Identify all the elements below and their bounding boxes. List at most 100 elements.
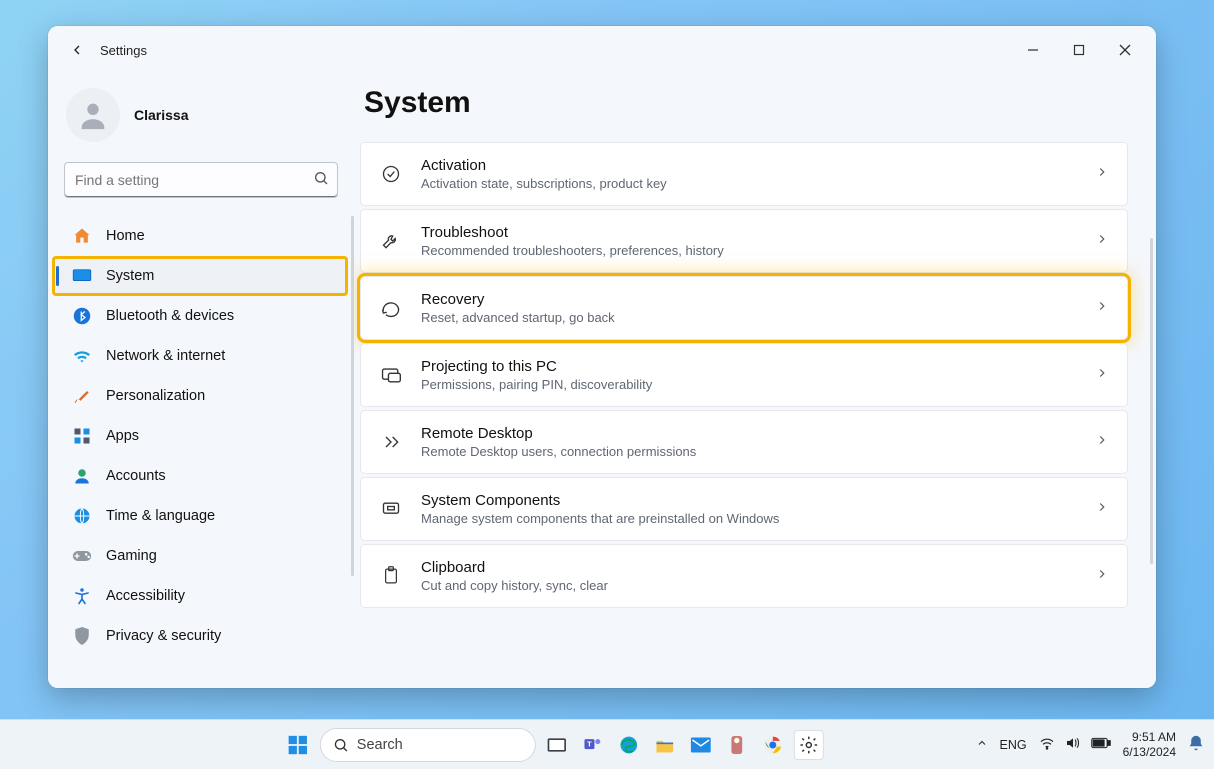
card-recovery[interactable]: Recovery Reset, advanced startup, go bac…: [360, 276, 1128, 340]
sidebar-item-label: Apps: [106, 428, 139, 444]
card-troubleshoot[interactable]: Troubleshoot Recommended troubleshooters…: [360, 209, 1128, 273]
settings-window: Settings Clarissa: [48, 26, 1156, 688]
card-title: Remote Desktop: [421, 425, 1077, 442]
sidebar-item-privacy[interactable]: Privacy & security: [54, 616, 346, 656]
card-desc: Recommended troubleshooters, preferences…: [421, 243, 1077, 258]
tray-wifi-icon[interactable]: [1039, 736, 1055, 753]
main-area: Clarissa Home: [48, 74, 1156, 688]
profile-block[interactable]: Clarissa: [48, 82, 354, 162]
taskbar-app-mail[interactable]: [686, 730, 716, 760]
projecting-icon: [379, 363, 403, 387]
account-icon: [72, 466, 92, 486]
avatar-icon: [66, 88, 120, 142]
system-icon: [72, 266, 92, 286]
back-button[interactable]: [60, 33, 94, 67]
components-icon: [379, 497, 403, 521]
recovery-icon: [379, 296, 403, 320]
apps-icon: [72, 426, 92, 446]
remote-icon: [379, 430, 403, 454]
sidebar-item-label: System: [106, 268, 154, 284]
chevron-right-icon: [1095, 299, 1109, 318]
card-desc: Reset, advanced startup, go back: [421, 310, 1077, 325]
chevron-right-icon: [1095, 500, 1109, 519]
taskbar-app-chrome[interactable]: [758, 730, 788, 760]
content-scrollbar[interactable]: [1150, 238, 1153, 564]
sidebar-item-label: Personalization: [106, 388, 205, 404]
card-desc: Manage system components that are preins…: [421, 511, 1077, 526]
tray-time: 9:51 AM: [1123, 730, 1176, 745]
chevron-right-icon: [1095, 232, 1109, 251]
sidebar-item-label: Home: [106, 228, 145, 244]
minimize-button[interactable]: [1010, 34, 1056, 66]
maximize-button[interactable]: [1056, 34, 1102, 66]
wifi-icon: [72, 346, 92, 366]
taskbar-app-settings[interactable]: [794, 730, 824, 760]
home-icon: [72, 226, 92, 246]
search-icon: [333, 737, 349, 753]
sidebar-item-network[interactable]: Network & internet: [54, 336, 346, 376]
sidebar-item-accounts[interactable]: Accounts: [54, 456, 346, 496]
sidebar-nav: Home System Bluetooth & devices: [48, 216, 354, 656]
sidebar-item-accessibility[interactable]: Accessibility: [54, 576, 346, 616]
card-activation[interactable]: Activation Activation state, subscriptio…: [360, 142, 1128, 206]
chevron-right-icon: [1095, 165, 1109, 184]
chevron-right-icon: [1095, 366, 1109, 385]
shield-icon: [72, 626, 92, 646]
card-title: Clipboard: [421, 559, 1077, 576]
titlebar: Settings: [48, 26, 1156, 74]
sidebar-item-label: Accounts: [106, 468, 166, 484]
sidebar-item-apps[interactable]: Apps: [54, 416, 346, 456]
tray-chevron-icon[interactable]: [976, 737, 988, 752]
chevron-right-icon: [1095, 433, 1109, 452]
card-system-components[interactable]: System Components Manage system componen…: [360, 477, 1128, 541]
sidebar-item-label: Time & language: [106, 508, 215, 524]
check-circle-icon: [379, 162, 403, 186]
sidebar-item-label: Network & internet: [106, 348, 225, 364]
sidebar-item-gaming[interactable]: Gaming: [54, 536, 346, 576]
card-remote-desktop[interactable]: Remote Desktop Remote Desktop users, con…: [360, 410, 1128, 474]
start-button[interactable]: [282, 729, 314, 761]
card-title: Projecting to this PC: [421, 358, 1077, 375]
clipboard-icon: [379, 564, 403, 588]
tray-language[interactable]: ENG: [1000, 738, 1027, 752]
taskbar-search-placeholder: Search: [357, 737, 403, 753]
close-button[interactable]: [1102, 34, 1148, 66]
window-title: Settings: [100, 43, 147, 58]
card-desc: Cut and copy history, sync, clear: [421, 578, 1077, 593]
sidebar-item-home[interactable]: Home: [54, 216, 346, 256]
sidebar-item-bluetooth[interactable]: Bluetooth & devices: [54, 296, 346, 336]
tray-date: 6/13/2024: [1123, 745, 1176, 760]
sidebar-item-label: Gaming: [106, 548, 157, 564]
tray-clock[interactable]: 9:51 AM 6/13/2024: [1123, 730, 1176, 760]
card-title: Troubleshoot: [421, 224, 1077, 241]
card-clipboard[interactable]: Clipboard Cut and copy history, sync, cl…: [360, 544, 1128, 608]
card-title: System Components: [421, 492, 1077, 509]
sidebar-item-time[interactable]: Time & language: [54, 496, 346, 536]
taskbar-app-edge[interactable]: [614, 730, 644, 760]
sidebar-item-label: Bluetooth & devices: [106, 308, 234, 324]
sidebar-item-label: Privacy & security: [106, 628, 221, 644]
taskbar-app-teams[interactable]: T: [578, 730, 608, 760]
tray-volume-icon[interactable]: [1065, 736, 1081, 753]
brush-icon: [72, 386, 92, 406]
content-pane: System Activation Activation state, subs…: [354, 74, 1156, 688]
sidebar-item-system[interactable]: System: [54, 256, 346, 296]
gaming-icon: [72, 546, 92, 566]
card-desc: Activation state, subscriptions, product…: [421, 176, 1077, 191]
tray-notifications-icon[interactable]: [1188, 734, 1204, 755]
search-box[interactable]: [64, 162, 338, 198]
taskbar-app-explorer[interactable]: [650, 730, 680, 760]
taskbar-app-other[interactable]: [722, 730, 752, 760]
card-projecting[interactable]: Projecting to this PC Permissions, pairi…: [360, 343, 1128, 407]
taskbar-app-taskview[interactable]: [542, 730, 572, 760]
chevron-right-icon: [1095, 567, 1109, 586]
globe-icon: [72, 506, 92, 526]
user-name: Clarissa: [134, 107, 188, 123]
sidebar: Clarissa Home: [48, 74, 354, 688]
search-input[interactable]: [75, 172, 313, 188]
card-title: Recovery: [421, 291, 1077, 308]
card-desc: Remote Desktop users, connection permiss…: [421, 444, 1077, 459]
tray-battery-icon[interactable]: [1091, 737, 1111, 752]
taskbar-search[interactable]: Search: [320, 728, 536, 762]
sidebar-item-personalization[interactable]: Personalization: [54, 376, 346, 416]
